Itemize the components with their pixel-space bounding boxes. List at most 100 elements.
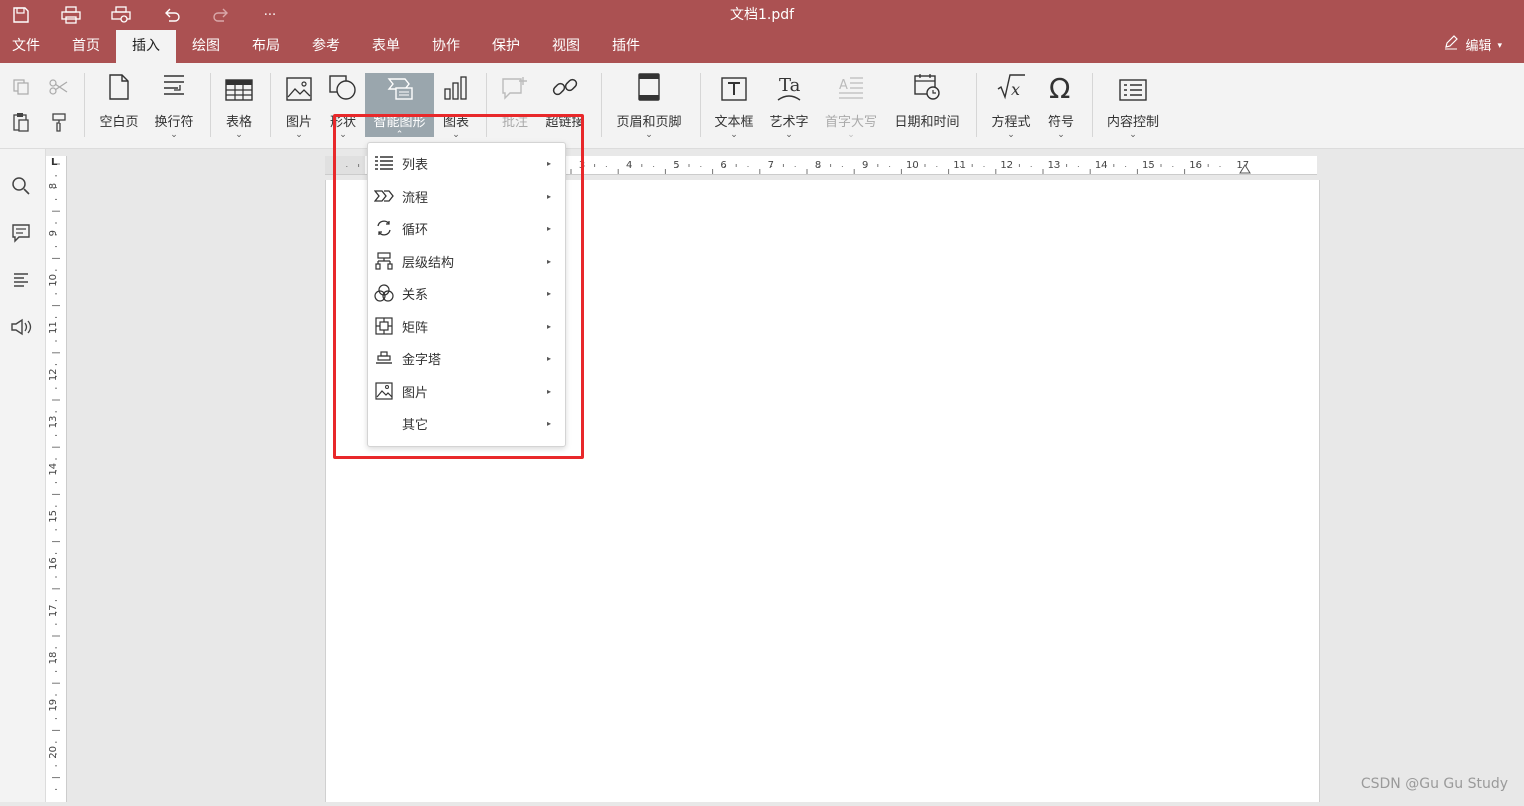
tab-view[interactable]: 视图	[537, 30, 595, 63]
tab-insert[interactable]: 插入	[116, 30, 176, 63]
symbol-button[interactable]: Ω 符号 ⌄	[1029, 72, 1093, 145]
table-button[interactable]: 表格 ⌄	[207, 73, 271, 145]
sqrt-x-icon: x	[996, 73, 1026, 105]
ruler-number: 15	[48, 510, 59, 523]
wordart-button[interactable]: Ta 艺术字 ⌄	[757, 73, 821, 145]
ruler-number: 11	[953, 160, 966, 171]
tab-references[interactable]: 参考	[297, 30, 355, 63]
edit-mode-button[interactable]: 编辑 ▾	[1443, 30, 1502, 63]
datetime-button[interactable]: 日期和时间	[889, 73, 965, 145]
copy-icon[interactable]	[10, 76, 32, 98]
watermark: CSDN @Gu Gu Study	[1360, 776, 1508, 792]
left-sidebar	[0, 149, 46, 802]
ruler-number: 20	[48, 746, 59, 759]
chart-icon	[443, 75, 469, 105]
ruler-number: 6	[720, 160, 726, 171]
ribbon-separator	[84, 73, 85, 137]
speaker-icon[interactable]	[10, 316, 32, 338]
ribbon-separator	[1092, 73, 1093, 137]
picture-icon	[286, 77, 312, 105]
ruler-number: 17	[48, 604, 59, 617]
ruler-number: 10	[48, 274, 59, 287]
chevron-down-icon: ⌄	[235, 130, 243, 140]
link-icon	[551, 73, 579, 105]
tab-protect[interactable]: 保护	[477, 30, 535, 63]
chevron-down-icon: ⌄	[785, 130, 793, 140]
navigation-icon[interactable]	[10, 269, 32, 291]
format-painter-icon[interactable]	[48, 111, 70, 133]
ribbon-separator	[976, 73, 977, 137]
ruler-number: 13	[1048, 160, 1061, 171]
header-footer-icon	[638, 73, 660, 105]
ruler-number: 8	[815, 160, 821, 171]
ruler-number: 9	[48, 230, 59, 236]
ruler-number: 8	[48, 183, 59, 189]
svg-text:x: x	[1011, 80, 1020, 99]
tab-collaborate[interactable]: 协作	[417, 30, 475, 63]
search-icon[interactable]	[10, 175, 32, 197]
ruler-number: 13	[48, 416, 59, 429]
symbol-label: 符号	[1047, 115, 1074, 130]
ruler-number: 19	[48, 699, 59, 712]
table-label: 表格	[225, 115, 252, 130]
tab-file[interactable]: 文件	[0, 30, 52, 63]
edit-mode-label: 编辑	[1465, 39, 1492, 54]
vertical-ruler: 8 9 10 11 12 13 14 15 16 17 18 19 20	[46, 156, 67, 802]
chevron-down-icon: ⌄	[1129, 130, 1137, 140]
ruler-number: 18	[48, 652, 59, 665]
content-control-button[interactable]: 内容控制 ⌄	[1101, 73, 1165, 145]
dropcap-button[interactable]: A 首字大写 ⌄	[819, 73, 883, 145]
calendar-clock-icon	[913, 73, 941, 105]
content-control-label: 内容控制	[1106, 115, 1159, 130]
line-break-icon	[162, 73, 186, 105]
paste-icon[interactable]	[10, 111, 32, 133]
ruler-number: 14	[48, 463, 59, 476]
tab-draw[interactable]: 绘图	[177, 30, 235, 63]
chevron-down-icon: ▾	[1497, 41, 1502, 51]
chevron-down-icon: ⌄	[170, 130, 178, 140]
comment-icon[interactable]	[10, 222, 32, 244]
ruler-number: 12	[48, 368, 59, 381]
tab-plugins[interactable]: 插件	[597, 30, 655, 63]
tab-stop-selector[interactable]: L	[51, 157, 63, 169]
title-bar: ··· 文档1.pdf	[0, 0, 1524, 30]
ruler-number: 4	[626, 160, 632, 171]
smartart-icon	[386, 75, 414, 105]
textbox-icon	[721, 77, 747, 105]
ruler-number: 16	[48, 557, 59, 570]
tab-forms[interactable]: 表单	[357, 30, 415, 63]
line-break-label: 换行符	[154, 115, 194, 130]
svg-text:Ta: Ta	[779, 75, 801, 96]
dropcap-label: 首字大写	[824, 115, 877, 130]
pencil-icon	[1443, 30, 1459, 63]
dropcap-icon: A	[838, 75, 864, 105]
ruler-number: 10	[906, 160, 919, 171]
svg-text:A: A	[839, 78, 848, 93]
omega-icon: Ω	[1048, 72, 1074, 105]
cut-icon[interactable]	[48, 76, 70, 98]
header-footer-button[interactable]: 页眉和页脚 ⌄	[612, 73, 686, 145]
ribbon-separator	[700, 73, 701, 137]
comment-add-icon	[501, 75, 529, 105]
line-break-button[interactable]: 换行符 ⌄	[142, 73, 206, 145]
datetime-label: 日期和时间	[894, 115, 960, 130]
tab-home[interactable]: 首页	[57, 30, 115, 63]
chevron-down-icon: ⌄	[645, 130, 653, 140]
ribbon-toolbar: 空白页 换行符 ⌄ 表格 ⌄ 图片 ⌄ 形状 ⌄ 智能图形 ⌃ 图表 ⌄ 批注 …	[0, 63, 1524, 149]
ruler-number: 11	[48, 321, 59, 334]
tab-layout[interactable]: 布局	[237, 30, 295, 63]
ruler-number: 7	[768, 160, 774, 171]
chevron-down-icon: ⌄	[1057, 130, 1065, 140]
chevron-down-icon: ⌄	[847, 130, 855, 140]
annotation-highlight-box	[333, 114, 584, 459]
ruler-number: 5	[673, 160, 679, 171]
ruler-number: 16	[1189, 160, 1202, 171]
wordart-icon: Ta	[775, 73, 803, 105]
svg-text:Ω: Ω	[1049, 73, 1070, 101]
shape-icon	[329, 75, 357, 105]
header-footer-label: 页眉和页脚	[616, 115, 682, 130]
ribbon-separator	[601, 73, 602, 137]
blank-page-icon	[108, 73, 130, 105]
wordart-label: 艺术字	[769, 115, 809, 130]
table-icon	[225, 79, 253, 105]
